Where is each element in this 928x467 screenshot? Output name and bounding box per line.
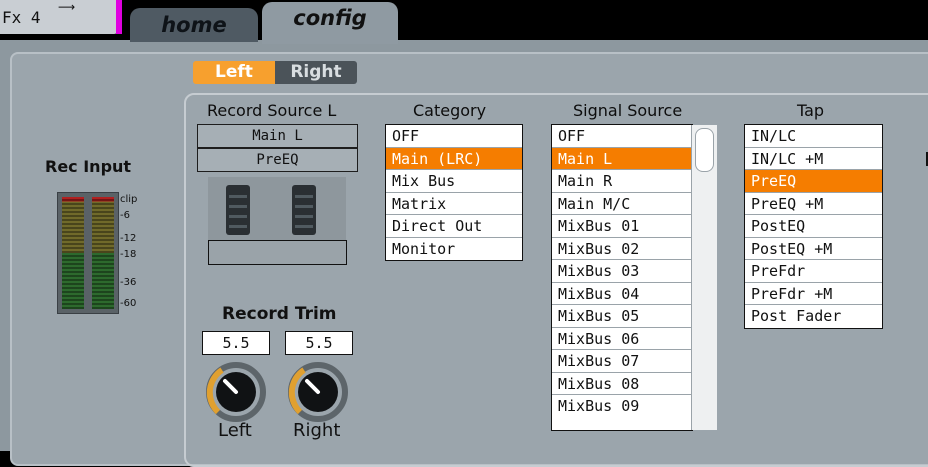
- meter-mark-18: -18: [120, 249, 137, 260]
- signal-source-list: OFF Main L Main R Main M/C MixBus 01 Mix…: [551, 124, 693, 431]
- trim-right-value[interactable]: 5.5: [285, 331, 353, 355]
- list-item[interactable]: Monitor: [386, 238, 522, 261]
- list-item[interactable]: MixBus 04: [552, 283, 692, 305]
- list-item[interactable]: MixBus 06: [552, 328, 692, 350]
- list-item[interactable]: IN/LC +M: [745, 148, 882, 170]
- list-item[interactable]: PreFdr +M: [745, 283, 882, 305]
- rec-input-meter: [57, 192, 119, 314]
- trim-left-value[interactable]: 5.5: [202, 331, 270, 355]
- meter-mark-clip: clip: [120, 194, 138, 205]
- list-item[interactable]: PreFdr: [745, 260, 882, 283]
- trim-right-label: Right: [293, 420, 341, 441]
- tap-title: Tap: [797, 101, 825, 120]
- meter-bar-left: [62, 197, 84, 309]
- list-item-selected[interactable]: Main (LRC): [386, 147, 522, 170]
- trim-left-label: Left: [218, 420, 252, 441]
- rec-input-title: Rec Input: [45, 157, 132, 176]
- list-item-selected[interactable]: Main L: [552, 147, 692, 170]
- record-trim-title: Record Trim: [222, 304, 337, 324]
- list-item[interactable]: PostEQ +M: [745, 238, 882, 260]
- record-source-title: Record Source L: [207, 101, 337, 120]
- category-list: OFF Main (LRC) Mix Bus Matrix Direct Out…: [385, 124, 523, 261]
- trim-right-knob[interactable]: [288, 362, 348, 422]
- meter-bar-right: [92, 197, 114, 309]
- list-item[interactable]: MixBus 07: [552, 350, 692, 373]
- tab-config[interactable]: config: [262, 2, 398, 44]
- list-item[interactable]: IN/LC: [745, 125, 882, 148]
- meter-mark-36: -36: [120, 277, 137, 288]
- record-name-field[interactable]: [208, 240, 347, 265]
- tab-home[interactable]: home: [130, 8, 258, 42]
- list-item[interactable]: MixBus 03: [552, 260, 692, 283]
- meter-mark-12: -12: [120, 233, 137, 244]
- list-item[interactable]: MixBus 05: [552, 305, 692, 328]
- record-tap-field[interactable]: PreEQ: [197, 148, 358, 172]
- list-item[interactable]: Main M/C: [552, 193, 692, 215]
- active-indicator: [116, 0, 122, 34]
- list-item[interactable]: Post Fader: [745, 305, 882, 328]
- channel-left-button[interactable]: Left: [193, 61, 275, 84]
- list-item-selected[interactable]: PreEQ: [745, 170, 882, 193]
- list-item[interactable]: OFF: [386, 125, 522, 148]
- list-item[interactable]: Matrix: [386, 193, 522, 215]
- speaker-left-icon: [226, 185, 250, 235]
- list-item[interactable]: Direct Out: [386, 215, 522, 238]
- arrow-icon: ⟶: [58, 0, 76, 14]
- list-item[interactable]: Main R: [552, 170, 692, 193]
- list-item[interactable]: PreEQ +M: [745, 193, 882, 215]
- list-item[interactable]: OFF: [552, 125, 692, 148]
- list-item[interactable]: PostEQ: [745, 215, 882, 238]
- trim-left-knob[interactable]: [206, 362, 266, 422]
- fx-slot-label: Fx 4: [2, 8, 41, 27]
- list-item[interactable]: MixBus 02: [552, 238, 692, 260]
- speaker-right-icon: [292, 185, 316, 235]
- channel-right-button[interactable]: Right: [275, 61, 357, 84]
- list-item[interactable]: Mix Bus: [386, 170, 522, 193]
- scrollbar-thumb[interactable]: [695, 128, 714, 172]
- speaker-image: [208, 177, 346, 240]
- category-title: Category: [413, 101, 487, 120]
- signal-source-scrollbar[interactable]: [691, 125, 717, 430]
- meter-mark-6: -6: [120, 210, 130, 221]
- meter-mark-60: -60: [120, 298, 137, 309]
- list-item[interactable]: MixBus 09: [552, 395, 692, 418]
- tap-list: IN/LC IN/LC +M PreEQ PreEQ +M PostEQ Pos…: [744, 124, 883, 329]
- record-source-field[interactable]: Main L: [197, 124, 358, 148]
- list-item[interactable]: MixBus 08: [552, 373, 692, 395]
- list-item[interactable]: MixBus 01: [552, 215, 692, 238]
- signal-source-title: Signal Source: [573, 101, 683, 120]
